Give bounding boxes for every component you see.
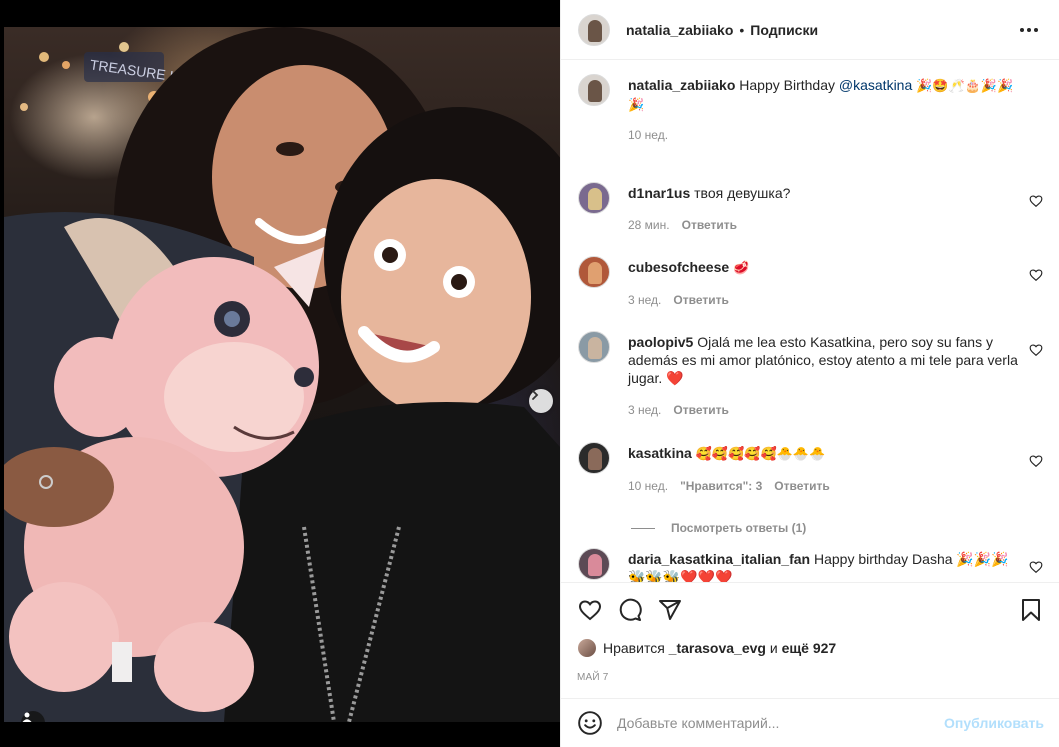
like-comment-heart-icon[interactable] bbox=[1029, 343, 1043, 357]
like-comment-heart-icon[interactable] bbox=[1029, 194, 1043, 208]
post-side-panel: natalia_zabiiako • Подписки natalia_zabi… bbox=[560, 0, 1059, 747]
comment-item: daria_kasatkina_italian_fan Happy birthd… bbox=[578, 548, 1043, 582]
action-icons-row bbox=[577, 596, 1044, 624]
comment-text: твоя девушка? bbox=[694, 185, 791, 201]
add-comment-bar: Опубликовать bbox=[561, 698, 1059, 747]
caption-username[interactable]: natalia_zabiiako bbox=[628, 77, 735, 93]
comment-text: 🥰🥰🥰🥰🥰🐣🐣🐣 bbox=[695, 446, 826, 461]
comment-body: paolopiv5 Ojalá me lea esto Kasatkina, p… bbox=[628, 331, 1018, 442]
heart-icon bbox=[578, 600, 602, 621]
comment-likes[interactable]: "Нравится": 3 bbox=[680, 477, 762, 495]
following-button[interactable]: Подписки bbox=[750, 22, 818, 38]
post-comment-button[interactable]: Опубликовать bbox=[944, 715, 1044, 731]
like-comment-heart-icon[interactable] bbox=[1029, 454, 1043, 468]
comment-time[interactable]: 28 мин. bbox=[628, 216, 670, 234]
comment-body: kasatkina 🥰🥰🥰🥰🥰🐣🐣🐣 10 нед. "Нравится": 3… bbox=[628, 442, 1018, 508]
header-separator: • bbox=[739, 21, 745, 38]
comment-username[interactable]: d1nar1us bbox=[628, 185, 690, 201]
comment-input[interactable] bbox=[617, 715, 945, 731]
save-button[interactable] bbox=[1018, 597, 1044, 623]
post-header: natalia_zabiiako • Подписки bbox=[561, 0, 1059, 60]
reply-button[interactable]: Ответить bbox=[682, 216, 737, 234]
carousel-next-button[interactable] bbox=[529, 389, 553, 413]
likes-summary: Нравится _tarasova_evg и ещё 927 bbox=[577, 638, 1044, 658]
instagram-post-modal: TREASURE ISLAND natalia_zabiiako • Подпи… bbox=[0, 0, 1059, 747]
commenter-avatar[interactable] bbox=[578, 256, 610, 288]
share-button[interactable] bbox=[657, 597, 683, 623]
emoji-smiley-icon[interactable] bbox=[577, 710, 603, 736]
comment-time[interactable]: 3 нед. bbox=[628, 401, 661, 419]
commenter-avatar[interactable] bbox=[578, 548, 610, 580]
author-username[interactable]: natalia_zabiiako bbox=[626, 22, 733, 38]
comment-text: 🥩 bbox=[733, 260, 750, 275]
comment-item: d1nar1us твоя девушка? 28 мин. Ответить bbox=[578, 182, 1043, 256]
caption-body: natalia_zabiiako Happy Birthday @kasatki… bbox=[628, 74, 1018, 182]
comment-body: d1nar1us твоя девушка? 28 мин. Ответить bbox=[628, 182, 1018, 256]
commenter-avatar[interactable] bbox=[578, 182, 610, 214]
like-button[interactable] bbox=[577, 597, 603, 623]
reply-button[interactable]: Ответить bbox=[673, 291, 728, 309]
comment-item: cubesofcheese 🥩 3 нед. Ответить bbox=[578, 256, 1043, 331]
chevron-right-icon bbox=[532, 390, 539, 400]
reply-button[interactable]: Ответить bbox=[774, 477, 829, 495]
likes-count[interactable]: ещё 927 bbox=[782, 640, 837, 656]
liker-avatar[interactable] bbox=[577, 638, 597, 658]
comment-username[interactable]: cubesofcheese bbox=[628, 259, 729, 275]
caption-mention[interactable]: @kasatkina bbox=[839, 77, 912, 93]
view-replies-label: Посмотреть ответы (1) bbox=[671, 521, 807, 535]
comments-list[interactable]: natalia_zabiiako Happy Birthday @kasatki… bbox=[561, 60, 1059, 582]
comment-time[interactable]: 3 нед. bbox=[628, 291, 661, 309]
comment-body: daria_kasatkina_italian_fan Happy birthd… bbox=[628, 548, 1018, 582]
like-comment-heart-icon[interactable] bbox=[1029, 268, 1043, 282]
post-date[interactable]: май 7 bbox=[577, 672, 1044, 683]
comment-button[interactable] bbox=[617, 597, 643, 623]
comment-bubble-icon bbox=[619, 598, 642, 621]
likes-connector: и bbox=[769, 640, 778, 656]
post-photo[interactable]: TREASURE ISLAND bbox=[4, 27, 560, 722]
author-avatar[interactable] bbox=[578, 13, 610, 46]
view-replies-button[interactable]: Посмотреть ответы (1) bbox=[631, 508, 1043, 548]
comment-item: kasatkina 🥰🥰🥰🥰🥰🐣🐣🐣 10 нед. "Нравится": 3… bbox=[578, 442, 1043, 508]
like-comment-heart-icon[interactable] bbox=[1029, 560, 1043, 574]
caption: natalia_zabiiako Happy Birthday @kasatki… bbox=[578, 74, 1043, 182]
more-horizontal-icon bbox=[1020, 27, 1038, 32]
bookmark-icon bbox=[1022, 599, 1040, 621]
commenter-avatar[interactable] bbox=[578, 442, 610, 474]
caption-text: Happy Birthday bbox=[739, 77, 835, 93]
liker-username[interactable]: _tarasova_evg bbox=[669, 640, 766, 656]
comment-username[interactable]: daria_kasatkina_italian_fan bbox=[628, 551, 810, 567]
person-icon bbox=[22, 712, 32, 722]
more-options-button[interactable] bbox=[1017, 18, 1041, 42]
photo-panel: TREASURE ISLAND bbox=[0, 0, 560, 747]
send-icon bbox=[659, 600, 681, 620]
caption-avatar[interactable] bbox=[578, 74, 610, 106]
reply-button[interactable]: Ответить bbox=[673, 401, 728, 419]
caption-time[interactable]: 10 нед. bbox=[628, 126, 668, 144]
comment-body: cubesofcheese 🥩 3 нед. Ответить bbox=[628, 256, 1018, 331]
view-replies-line bbox=[631, 527, 655, 529]
photo-illustration: TREASURE ISLAND bbox=[4, 27, 560, 722]
comment-time[interactable]: 10 нед. bbox=[628, 477, 668, 495]
comment-username[interactable]: paolopiv5 bbox=[628, 334, 693, 350]
comment-username[interactable]: kasatkina bbox=[628, 445, 692, 461]
commenter-avatar[interactable] bbox=[578, 331, 610, 363]
comment-item: paolopiv5 Ojalá me lea esto Kasatkina, p… bbox=[578, 331, 1043, 442]
post-actions: Нравится _tarasova_evg и ещё 927 май 7 bbox=[561, 582, 1059, 683]
likes-prefix: Нравится bbox=[603, 640, 665, 656]
